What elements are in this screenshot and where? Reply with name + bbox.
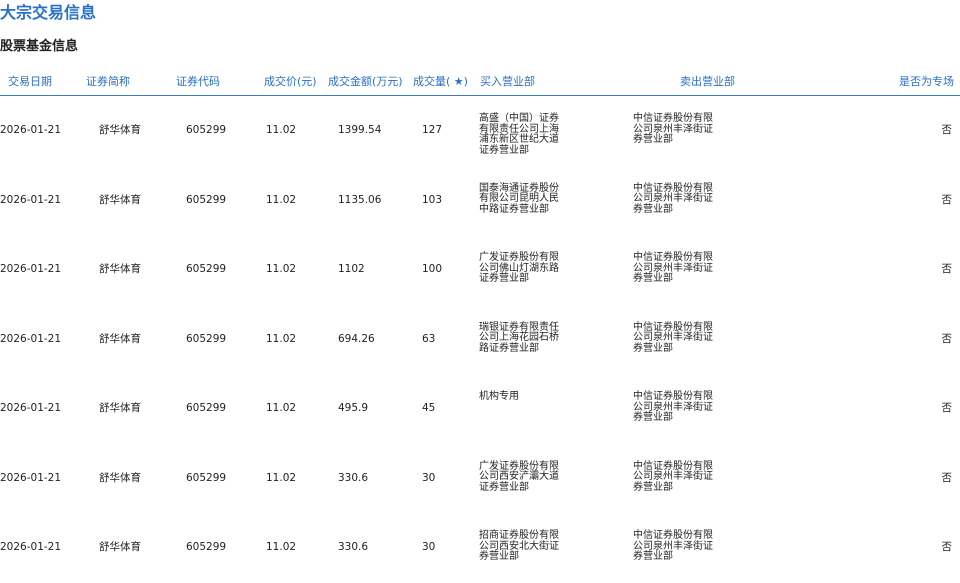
cell-buy-branch: 瑞银证券有限责任公司上海花园石桥路证券营业部 bbox=[479, 321, 559, 354]
cell-trade-date: 2026-01-21 bbox=[0, 193, 62, 206]
cell-trade-date: 2026-01-21 bbox=[0, 541, 62, 553]
cell-amount: 1102 bbox=[338, 263, 365, 275]
cell-special-session: 否 bbox=[941, 193, 953, 206]
cell-volume: 30 bbox=[422, 471, 436, 484]
cell-buy-branch: 广发证券股份有限公司西安浐灞大道证券营业部 bbox=[479, 460, 559, 493]
cell-trade-date: 2026-01-21 bbox=[0, 471, 62, 484]
cell-security-code: 605299 bbox=[186, 402, 227, 414]
cell-security-name: 舒华体育 bbox=[99, 541, 141, 553]
cell-price: 11.02 bbox=[266, 193, 297, 206]
cell-sell-branch: 中信证券股份有限公司泉州丰泽街证券营业部 bbox=[633, 113, 713, 145]
cell-amount: 495.9 bbox=[338, 402, 369, 414]
table-header: 交易日期 证券简称 证券代码 成交价(元) 成交金额(万元) 成交量( ★) 买… bbox=[0, 68, 960, 96]
cell-special-session: 否 bbox=[941, 124, 953, 136]
cell-volume: 45 bbox=[422, 402, 436, 414]
cell-amount: 1135.06 bbox=[338, 193, 382, 206]
cell-price: 11.02 bbox=[266, 471, 297, 484]
header-security-name[interactable]: 证券简称 bbox=[86, 75, 130, 89]
cell-amount: 694.26 bbox=[338, 332, 375, 345]
cell-trade-date: 2026-01-21 bbox=[0, 402, 62, 414]
cell-security-name: 舒华体育 bbox=[99, 193, 141, 206]
cell-sell-branch: 中信证券股份有限公司泉州丰泽街证券营业部 bbox=[633, 460, 713, 493]
cell-security-name: 舒华体育 bbox=[99, 402, 141, 414]
header-security-code[interactable]: 证券代码 bbox=[176, 75, 220, 89]
section-title: 股票基金信息 bbox=[0, 39, 79, 54]
cell-security-code: 605299 bbox=[186, 471, 227, 484]
cell-price: 11.02 bbox=[266, 124, 297, 136]
header-trade-date[interactable]: 交易日期 bbox=[8, 75, 52, 89]
table-row: 2026-01-21 舒华体育 605299 11.02 1135.06 103… bbox=[0, 166, 960, 236]
table-row: 2026-01-21 舒华体育 605299 11.02 330.6 30 招商… bbox=[0, 513, 960, 583]
cell-amount: 330.6 bbox=[338, 471, 369, 484]
cell-security-code: 605299 bbox=[186, 263, 227, 275]
cell-security-name: 舒华体育 bbox=[99, 332, 141, 345]
cell-buy-branch: 高盛（中国）证券有限责任公司上海浦东新区世纪大道证券营业部 bbox=[479, 113, 559, 156]
cell-buy-branch: 机构专用 bbox=[479, 391, 519, 402]
cell-volume: 63 bbox=[422, 332, 436, 345]
cell-sell-branch: 中信证券股份有限公司泉州丰泽街证券营业部 bbox=[633, 321, 713, 354]
cell-special-session: 否 bbox=[941, 471, 953, 484]
header-amount[interactable]: 成交金额(万元) bbox=[328, 75, 403, 89]
cell-special-session: 否 bbox=[941, 332, 953, 345]
page-title: 大宗交易信息 bbox=[0, 3, 97, 22]
table-row: 2026-01-21 舒华体育 605299 11.02 694.26 63 瑞… bbox=[0, 305, 960, 375]
cell-price: 11.02 bbox=[266, 541, 297, 553]
cell-volume: 30 bbox=[422, 541, 436, 553]
cell-security-code: 605299 bbox=[186, 541, 227, 553]
cell-price: 11.02 bbox=[266, 402, 297, 414]
cell-amount: 330.6 bbox=[338, 541, 369, 553]
cell-sell-branch: 中信证券股份有限公司泉州丰泽街证券营业部 bbox=[633, 252, 713, 284]
cell-trade-date: 2026-01-21 bbox=[0, 332, 62, 345]
cell-volume: 127 bbox=[422, 124, 443, 136]
cell-special-session: 否 bbox=[941, 402, 953, 414]
cell-trade-date: 2026-01-21 bbox=[0, 263, 62, 275]
table-row: 2026-01-21 舒华体育 605299 11.02 1399.54 127… bbox=[0, 96, 960, 166]
cell-security-name: 舒华体育 bbox=[99, 263, 141, 275]
cell-sell-branch: 中信证券股份有限公司泉州丰泽街证券营业部 bbox=[633, 530, 713, 562]
header-special-session[interactable]: 是否为专场 bbox=[899, 75, 954, 89]
cell-price: 11.02 bbox=[266, 332, 297, 345]
cell-sell-branch: 中信证券股份有限公司泉州丰泽街证券营业部 bbox=[633, 391, 713, 423]
cell-price: 11.02 bbox=[266, 263, 297, 275]
cell-buy-branch: 国泰海通证券股份有限公司昆明人民中路证券营业部 bbox=[479, 182, 559, 215]
header-price[interactable]: 成交价(元) bbox=[264, 75, 317, 89]
cell-buy-branch: 广发证券股份有限公司佛山灯湖东路证券营业部 bbox=[479, 252, 559, 284]
header-buy-branch[interactable]: 买入营业部 bbox=[480, 75, 535, 89]
cell-buy-branch: 招商证券股份有限公司西安北大街证券营业部 bbox=[479, 530, 559, 562]
cell-amount: 1399.54 bbox=[338, 124, 382, 136]
cell-security-name: 舒华体育 bbox=[99, 124, 141, 136]
cell-trade-date: 2026-01-21 bbox=[0, 124, 62, 136]
table-row: 2026-01-21 舒华体育 605299 11.02 330.6 30 广发… bbox=[0, 444, 960, 514]
block-trade-table: 交易日期 证券简称 证券代码 成交价(元) 成交金额(万元) 成交量( ★) 买… bbox=[0, 68, 960, 583]
cell-security-code: 605299 bbox=[186, 193, 227, 206]
cell-security-code: 605299 bbox=[186, 332, 227, 345]
cell-sell-branch: 中信证券股份有限公司泉州丰泽街证券营业部 bbox=[633, 182, 713, 215]
cell-special-session: 否 bbox=[941, 263, 953, 275]
cell-special-session: 否 bbox=[941, 541, 953, 553]
cell-security-code: 605299 bbox=[186, 124, 227, 136]
header-volume[interactable]: 成交量( ★) bbox=[413, 75, 468, 89]
cell-volume: 103 bbox=[422, 193, 443, 206]
table-row: 2026-01-21 舒华体育 605299 11.02 495.9 45 机构… bbox=[0, 374, 960, 444]
cell-security-name: 舒华体育 bbox=[99, 471, 141, 484]
cell-volume: 100 bbox=[422, 263, 443, 275]
header-sell-branch[interactable]: 卖出营业部 bbox=[680, 75, 735, 89]
table-row: 2026-01-21 舒华体育 605299 11.02 1102 100 广发… bbox=[0, 235, 960, 305]
table-body: 2026-01-21 舒华体育 605299 11.02 1399.54 127… bbox=[0, 96, 960, 583]
